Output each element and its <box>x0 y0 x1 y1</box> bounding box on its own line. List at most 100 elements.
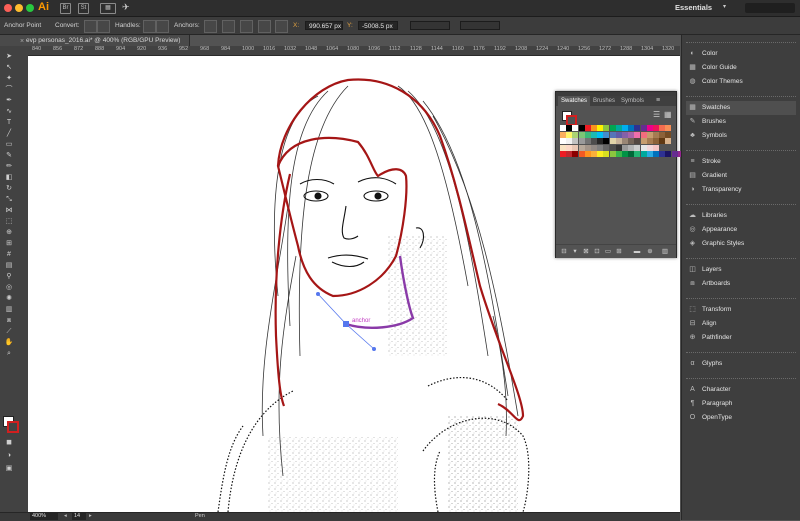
panel-item-glyphs[interactable]: α Glyphs <box>686 357 796 371</box>
color-swatch[interactable] <box>603 125 610 131</box>
magic-wand-tool-icon[interactable]: ✦ <box>3 74 15 83</box>
panel-group-grip[interactable] <box>686 298 796 302</box>
color-swatch[interactable] <box>653 125 659 131</box>
color-swatch[interactable] <box>628 138 635 145</box>
line-tool-icon[interactable]: ╱ <box>3 129 15 138</box>
color-swatch[interactable] <box>615 131 622 138</box>
convert-to-corner-button[interactable] <box>84 20 97 33</box>
zoom-window-icon[interactable] <box>26 4 34 12</box>
color-swatch[interactable] <box>659 138 666 145</box>
screen-mode-icon[interactable]: ▣ <box>3 464 15 473</box>
color-swatch[interactable] <box>653 151 659 158</box>
color-mode-icon[interactable]: ◼ <box>3 438 15 447</box>
color-swatch[interactable] <box>591 125 597 131</box>
color-swatch[interactable] <box>584 144 591 151</box>
color-swatch[interactable] <box>566 131 573 138</box>
eraser-tool-icon[interactable]: ◧ <box>3 173 15 182</box>
color-swatch[interactable] <box>597 131 604 138</box>
color-swatch[interactable] <box>615 138 622 145</box>
panel-item-color-themes[interactable]: ◍ Color Themes <box>686 75 796 89</box>
arrange-documents-icon[interactable]: ▦ <box>100 3 116 14</box>
color-swatch[interactable] <box>628 125 635 131</box>
panel-item-color[interactable]: ◐ Color <box>686 47 796 61</box>
color-swatch[interactable] <box>597 151 604 158</box>
color-swatch[interactable] <box>634 125 641 131</box>
tab-brushes[interactable]: Brushes <box>590 96 618 106</box>
panel-group-grip[interactable] <box>686 352 796 356</box>
artboard-prev-icon[interactable]: ◂ <box>64 513 67 519</box>
swatch-libraries-icon[interactable]: ⊟ <box>560 248 568 255</box>
color-swatch[interactable] <box>572 138 579 145</box>
type-tool-icon[interactable]: T <box>3 118 15 127</box>
color-swatch[interactable] <box>566 144 573 151</box>
color-swatch[interactable] <box>646 125 653 131</box>
color-swatch[interactable] <box>628 151 635 158</box>
color-swatch[interactable] <box>671 151 678 158</box>
color-swatch[interactable] <box>659 131 666 138</box>
trash-icon[interactable]: ▥ <box>661 248 669 255</box>
color-swatch[interactable] <box>560 138 566 145</box>
panel-group-grip[interactable] <box>686 258 796 262</box>
color-swatch[interactable] <box>622 144 628 151</box>
color-swatch[interactable] <box>665 138 672 145</box>
color-swatch[interactable] <box>640 138 647 145</box>
curvature-tool-icon[interactable]: ∿ <box>3 107 15 116</box>
color-swatch[interactable] <box>597 144 604 151</box>
swatch-options-icon[interactable]: ⊡ <box>593 248 601 255</box>
color-swatch[interactable] <box>603 151 610 158</box>
color-swatch[interactable] <box>603 144 610 151</box>
x-position-field[interactable]: 990.657 px <box>305 21 343 30</box>
panel-item-transparency[interactable]: ◑ Transparency <box>686 183 796 197</box>
color-swatch[interactable] <box>603 138 610 145</box>
color-swatch[interactable] <box>584 125 591 131</box>
convert-to-smooth-button[interactable] <box>97 20 110 33</box>
gpu-performance-icon[interactable]: ✈ <box>122 2 130 13</box>
color-swatch[interactable] <box>665 125 672 131</box>
color-swatch[interactable] <box>566 125 573 131</box>
color-swatch[interactable] <box>640 125 647 131</box>
gradient-tool-icon[interactable]: ▤ <box>3 261 15 270</box>
color-swatch[interactable] <box>597 125 604 131</box>
color-swatch[interactable] <box>653 138 659 145</box>
panel-item-brushes[interactable]: ✎ Brushes <box>686 115 796 129</box>
panel-item-swatches[interactable]: ▦ Swatches <box>686 101 796 115</box>
slice-tool-icon[interactable]: ⟋ <box>3 327 15 336</box>
horizontal-ruler[interactable]: 840 856 872 888 904 920 936 952 968 984 1000 1016 10… <box>28 46 680 56</box>
color-swatch[interactable] <box>628 131 635 138</box>
lasso-tool-icon[interactable]: ⌒ <box>3 85 15 94</box>
hide-handles-button[interactable] <box>156 20 169 33</box>
color-swatch[interactable] <box>566 151 573 158</box>
color-swatch[interactable] <box>572 151 579 158</box>
pen-tool-icon[interactable]: ✒ <box>3 96 15 105</box>
panel-item-paragraph[interactable]: ¶ Paragraph <box>686 397 796 411</box>
color-swatch[interactable] <box>622 151 628 158</box>
color-swatch[interactable] <box>615 144 622 151</box>
show-handles-button[interactable] <box>143 20 156 33</box>
panel-group-grip[interactable] <box>686 204 796 208</box>
color-swatch[interactable] <box>584 131 591 138</box>
zoom-level-field[interactable]: 400% <box>30 513 58 520</box>
artboard-next-icon[interactable]: ▸ <box>89 513 92 519</box>
panel-item-character[interactable]: A Character <box>686 383 796 397</box>
color-swatch[interactable] <box>634 151 641 158</box>
list-view-icon[interactable]: ☰ <box>653 110 660 119</box>
selection-tool-icon[interactable]: ➤ <box>3 52 15 61</box>
color-swatch[interactable] <box>609 138 616 145</box>
panel-item-artboards[interactable]: ⧈ Artboards <box>686 277 796 291</box>
panel-item-symbols[interactable]: ♣ Symbols <box>686 129 796 143</box>
width-tool-icon[interactable]: ⋈ <box>3 206 15 215</box>
bridge-icon[interactable]: Br <box>60 3 71 14</box>
color-swatch[interactable] <box>578 151 585 158</box>
color-swatch[interactable] <box>659 151 666 158</box>
panel-item-gradient[interactable]: ▤ Gradient <box>686 169 796 183</box>
color-swatch[interactable] <box>640 131 647 138</box>
color-swatch[interactable] <box>659 125 666 131</box>
color-swatch[interactable] <box>640 151 647 158</box>
panel-item-graphic-styles[interactable]: ◈ Graphic Styles <box>686 237 796 251</box>
document-tab[interactable]: × evp personas_2016.ai* @ 400% (RGB/GPU … <box>0 35 190 46</box>
hand-tool-icon[interactable]: ✋ <box>3 338 15 347</box>
panel-item-stroke[interactable]: ≡ Stroke <box>686 155 796 169</box>
draw-mode-icon[interactable]: ◑ <box>3 451 15 460</box>
color-swatch[interactable] <box>609 125 616 131</box>
color-swatch[interactable] <box>665 151 672 158</box>
